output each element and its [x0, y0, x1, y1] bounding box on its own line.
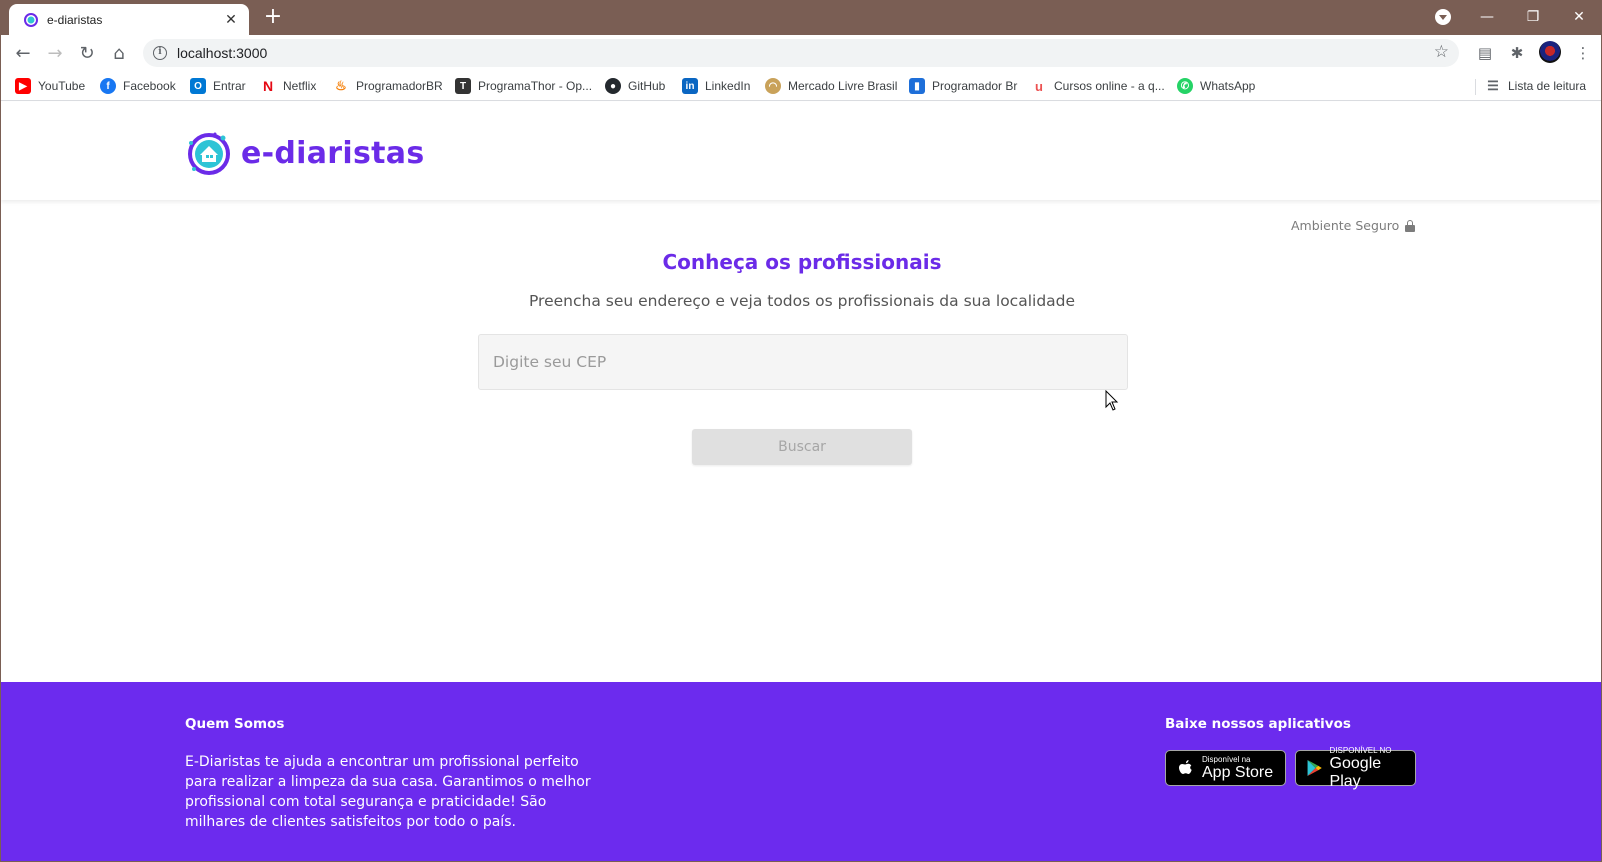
- reading-list-icon: ☰: [1487, 78, 1499, 93]
- appstore-big-text: App Store: [1202, 763, 1274, 781]
- site-footer: Quem Somos E-Diaristas te ajuda a encont…: [1, 682, 1601, 861]
- bookmark-label: Programador Br: [932, 79, 1018, 93]
- secure-label: Ambiente Seguro: [1291, 218, 1400, 233]
- reload-icon[interactable]: ↻: [75, 41, 99, 65]
- bookmark-label: YouTube: [38, 79, 86, 93]
- bookmark-entrar[interactable]: O Entrar: [190, 77, 246, 95]
- googleplay-big-text: Google Play: [1329, 754, 1382, 790]
- restore-icon[interactable]: ❐: [1513, 6, 1553, 28]
- forward-icon[interactable]: →: [43, 41, 67, 65]
- page-subtitle: Preencha seu endereço e veja todos os pr…: [528, 292, 1076, 310]
- google-play-icon: [1307, 760, 1322, 776]
- outlook-icon: O: [190, 78, 206, 94]
- title-bar: e-diaristas ✕ + — ❐ ✕: [1, 0, 1601, 35]
- menu-icon[interactable]: ⋮: [1573, 43, 1593, 63]
- close-window-icon[interactable]: ✕: [1559, 6, 1599, 28]
- site-header: e-diaristas: [1, 102, 1601, 200]
- about-title: Quem Somos: [185, 716, 285, 732]
- logo-house-icon: [188, 132, 230, 175]
- bookmark-label: WhatsApp: [1200, 79, 1256, 93]
- youtube-icon: ▶: [15, 78, 31, 94]
- googleplay-small-text: DISPONÍVEL NO: [1329, 745, 1392, 755]
- netflix-icon: N: [262, 78, 274, 94]
- bookmark-label: LinkedIn: [705, 79, 751, 93]
- close-tab-icon[interactable]: ✕: [223, 12, 239, 28]
- bookmark-label: Netflix: [283, 79, 317, 93]
- bookmark-whatsapp[interactable]: ✆ WhatsApp: [1177, 77, 1255, 95]
- home-icon[interactable]: ⌂: [107, 41, 131, 65]
- profile-avatar[interactable]: [1539, 41, 1561, 63]
- bookmark-label: Entrar: [213, 79, 246, 93]
- address-bar[interactable]: i localhost:3000 ☆: [143, 39, 1459, 67]
- appstore-small-text: Disponível na: [1202, 754, 1251, 764]
- bookmark-programador-br[interactable]: ▮ Programador Br: [909, 77, 1017, 95]
- app-store-badge[interactable]: Disponível na App Store: [1165, 750, 1286, 786]
- bookmark-programathor[interactable]: T ProgramaThor - Op...: [455, 77, 592, 95]
- bookmark-star-icon[interactable]: ☆: [1434, 42, 1449, 62]
- bookmarks-bar: ▶ YouTube f Facebook O Entrar N Netflix …: [1, 71, 1601, 101]
- browser-toolbar: ← → ↻ ⌂ i localhost:3000 ☆ ▤ ✱ ⋮: [1, 35, 1601, 71]
- puzzle-icon[interactable]: ✱: [1507, 43, 1527, 63]
- bookmark-linkedin[interactable]: in LinkedIn: [682, 77, 750, 95]
- bookmark-netflix[interactable]: N Netflix: [260, 77, 316, 95]
- new-tab-icon[interactable]: +: [261, 6, 285, 30]
- reading-list-label: Lista de leitura: [1508, 79, 1587, 93]
- facebook-icon: f: [100, 78, 116, 94]
- github-icon: ●: [605, 78, 621, 94]
- bookmark-label: ProgramadorBR: [356, 79, 443, 93]
- favicon-icon: [24, 12, 38, 27]
- site-logo[interactable]: e-diaristas: [185, 129, 424, 177]
- bookmark-label: Cursos online - a q...: [1054, 79, 1165, 93]
- minimize-icon[interactable]: —: [1467, 6, 1507, 28]
- back-icon[interactable]: ←: [11, 41, 35, 65]
- bookmarks-separator: [1475, 79, 1476, 95]
- bookmark-label: Facebook: [123, 79, 176, 93]
- browser-tab[interactable]: e-diaristas ✕: [9, 4, 249, 35]
- about-text: E-Diaristas te ajuda a encontrar um prof…: [185, 754, 591, 830]
- programathor-icon: T: [455, 78, 471, 94]
- flame-icon: ♨: [335, 78, 347, 93]
- tab-search-icon[interactable]: [1435, 9, 1451, 25]
- bookmark-udemy[interactable]: u Cursos online - a q...: [1031, 77, 1165, 95]
- bookmark-label: Mercado Livre Brasil: [788, 79, 898, 93]
- programadorbr-icon: ▮: [909, 78, 925, 94]
- bookmark-youtube[interactable]: ▶ YouTube: [15, 77, 85, 95]
- reading-list[interactable]: ☰ Lista de leitura: [1485, 77, 1586, 95]
- lock-icon: [1405, 219, 1416, 232]
- google-play-badge[interactable]: DISPONÍVEL NO Google Play: [1295, 746, 1416, 790]
- extension-icon[interactable]: ▤: [1475, 43, 1495, 63]
- bookmark-github[interactable]: ● GitHub: [605, 77, 665, 95]
- tab-title: e-diaristas: [47, 12, 103, 27]
- page-content: e-diaristas Ambiente Seguro Conheça os p…: [1, 102, 1601, 861]
- bookmark-programadorbr[interactable]: ♨ ProgramadorBR: [333, 77, 443, 95]
- mouse-cursor-icon: [1105, 390, 1119, 411]
- logo-text: e-diaristas: [241, 135, 425, 171]
- bookmark-label: ProgramaThor - Op...: [478, 79, 593, 93]
- whatsapp-icon: ✆: [1177, 78, 1193, 94]
- cep-input[interactable]: [478, 334, 1128, 390]
- udemy-icon: u: [1035, 78, 1043, 94]
- search-button[interactable]: Buscar: [692, 429, 912, 465]
- bookmark-label: GitHub: [628, 79, 666, 93]
- url-text: localhost:3000: [177, 45, 268, 61]
- secure-environment: Ambiente Seguro: [1291, 218, 1416, 233]
- apple-icon: [1179, 760, 1192, 774]
- apps-title: Baixe nossos aplicativos: [1165, 716, 1351, 732]
- mercadolivre-icon: ◠: [765, 78, 781, 94]
- linkedin-icon: in: [682, 78, 698, 94]
- browser-window: e-diaristas ✕ + — ❐ ✕ ← → ↻ ⌂ i localhos…: [0, 0, 1602, 862]
- bookmark-mercadolivre[interactable]: ◠ Mercado Livre Brasil: [765, 77, 897, 95]
- bookmark-facebook[interactable]: f Facebook: [100, 77, 176, 95]
- site-info-icon[interactable]: i: [153, 46, 167, 60]
- page-title: Conheça os profissionais: [662, 250, 942, 274]
